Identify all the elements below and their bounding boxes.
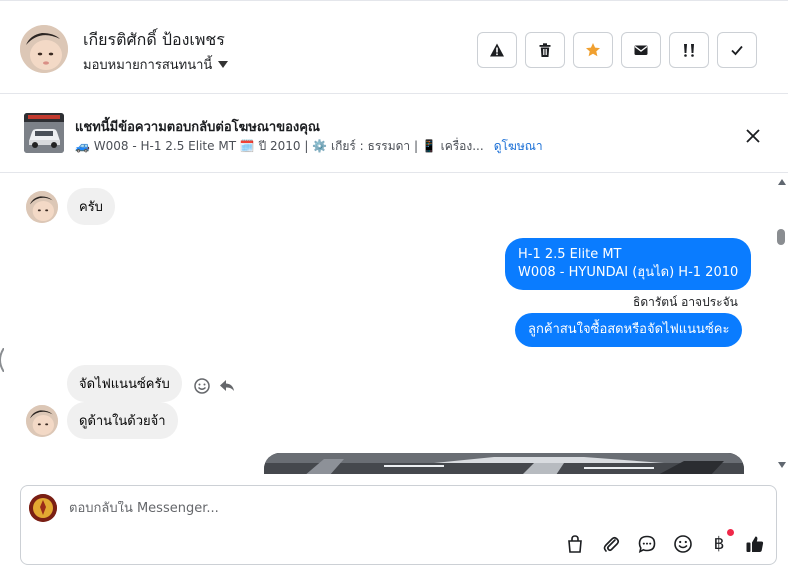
envelope-icon (634, 45, 648, 55)
thumbs-up-icon (746, 536, 764, 552)
message-line: W008 - HYUNDAI (ฮุนได) H-1 2010 (518, 265, 739, 280)
incoming-message[interactable]: จัดไฟแนนซ์ครับ (67, 365, 182, 402)
star-button[interactable] (573, 32, 613, 68)
star-icon (586, 43, 600, 57)
message-line: H-1 2.5 Elite MT (518, 247, 622, 262)
done-button[interactable] (717, 32, 757, 68)
saved-reply-icon (638, 535, 656, 553)
close-icon[interactable] (744, 127, 762, 145)
view-ad-link[interactable]: ดูโฆษณา (494, 137, 543, 156)
message-thread[interactable]: ครับ H-1 2.5 Elite MT W008 - HYUNDAI (ฮุ… (0, 174, 772, 474)
react-emoji-icon[interactable] (193, 377, 211, 395)
conversation-actions (477, 32, 757, 68)
assign-label: มอบหมายการสนทนานี้ (83, 58, 213, 73)
incoming-message[interactable]: ดูด้านในด้วยจ้า (67, 402, 178, 439)
baht-icon: ฿ (713, 534, 725, 554)
follow-up-button[interactable] (669, 32, 709, 68)
ad-detail-line: 🚙 W008 - H-1 2.5 Elite MT 🗓️ ปี 2010 | ⚙… (75, 137, 543, 156)
scroll-down-arrow[interactable] (778, 462, 786, 468)
shopping-bag-icon (568, 535, 582, 553)
ad-thumbnail[interactable] (24, 113, 64, 153)
incoming-message[interactable]: ครับ (67, 188, 115, 225)
conversation-header: เกียรติศักดิ์ ป้องเพชร มอบหมายการสนทนานี… (0, 0, 788, 94)
thread-scrollbar[interactable] (776, 174, 786, 472)
caret-down-icon (218, 61, 229, 68)
mark-unread-button[interactable] (621, 32, 661, 68)
sender-name: ธิดารัตน์ อาจประจัน (633, 295, 738, 309)
message-input[interactable] (69, 501, 669, 516)
left-edge-marker (0, 347, 5, 373)
notification-dot (727, 529, 734, 536)
page-avatar (29, 494, 57, 522)
paperclip-icon (603, 536, 620, 552)
ad-detail-text: 🚙 W008 - H-1 2.5 Elite MT 🗓️ ปี 2010 | ⚙… (75, 139, 484, 153)
reply-composer: ฿ (20, 485, 777, 565)
attach-button[interactable] (600, 533, 622, 555)
assign-conversation-dropdown[interactable]: มอบหมายการสนทนานี้ (83, 54, 229, 75)
outgoing-message[interactable]: ลูกค้าสนใจซื้อสดหรือจัดไฟแนนซ์คะ (515, 313, 743, 347)
outgoing-message[interactable]: H-1 2.5 Elite MT W008 - HYUNDAI (ฮุนได) … (505, 238, 752, 290)
ad-reply-banner: แชทนี้มีข้อความตอบกลับต่อโฆษณาของคุณ 🚙 W… (0, 95, 788, 173)
saved-reply-button[interactable] (636, 533, 658, 555)
contact-avatar-small[interactable] (26, 405, 58, 437)
contact-avatar[interactable] (20, 25, 68, 73)
payment-button[interactable]: ฿ (708, 529, 734, 555)
emoji-button[interactable] (672, 533, 694, 555)
photo-attachment[interactable] (264, 453, 744, 474)
reply-icon[interactable] (218, 377, 236, 395)
report-button[interactable] (477, 32, 517, 68)
delete-button[interactable] (525, 32, 565, 68)
warning-icon (490, 43, 504, 57)
like-button[interactable] (744, 533, 766, 555)
contact-avatar-small[interactable] (26, 191, 58, 223)
follow-up-icon (684, 44, 694, 57)
trash-icon (539, 43, 551, 57)
scroll-thumb[interactable] (777, 229, 785, 245)
ad-banner-title: แชทนี้มีข้อความตอบกลับต่อโฆษณาของคุณ (75, 120, 320, 135)
product-button[interactable] (564, 533, 586, 555)
scroll-up-arrow[interactable] (778, 179, 786, 185)
composer-toolbar: ฿ (564, 529, 766, 555)
emoji-icon (674, 535, 692, 553)
contact-name[interactable]: เกียรติศักดิ์ ป้องเพชร (83, 28, 225, 53)
check-icon (731, 45, 743, 56)
